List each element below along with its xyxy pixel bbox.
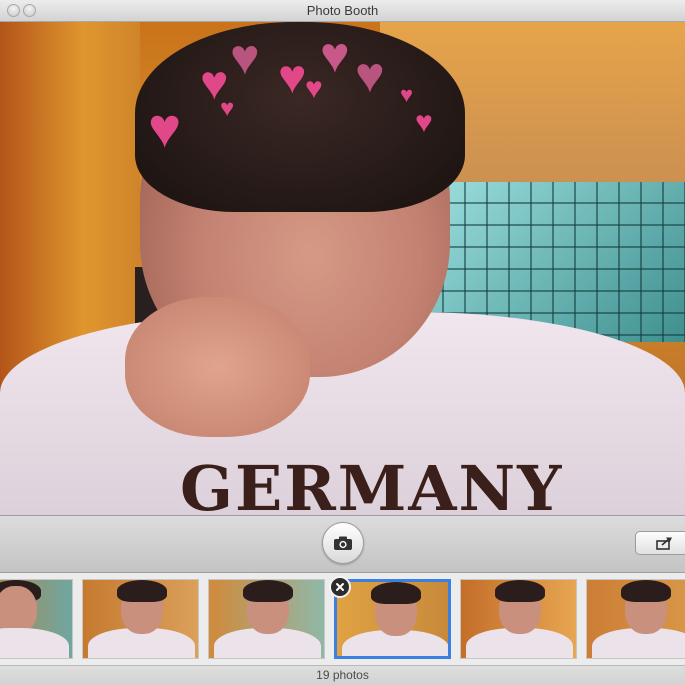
delete-photo-button[interactable] bbox=[329, 576, 351, 598]
photo-thumbnail-selected[interactable] bbox=[334, 579, 451, 659]
photo-thumbnail[interactable] bbox=[460, 579, 577, 659]
heart-effect-icon: ♥ bbox=[415, 106, 433, 139]
toolbar bbox=[0, 515, 685, 573]
share-icon bbox=[656, 537, 672, 550]
title-bar: Photo Booth bbox=[0, 0, 685, 22]
photo-thumbnail[interactable] bbox=[208, 579, 325, 659]
heart-effect-icon: ♥ bbox=[220, 95, 235, 122]
share-button[interactable] bbox=[635, 531, 685, 555]
heart-effect-icon: ♥ bbox=[148, 96, 182, 159]
heart-effect-icon: ♥ bbox=[278, 51, 307, 104]
heart-effect-icon: ♥ bbox=[320, 27, 350, 83]
take-photo-button[interactable] bbox=[322, 522, 364, 564]
photo-thumbnail[interactable] bbox=[586, 579, 685, 659]
camera-preview: GERMANY ♥ ♥ ♥ ♥ ♥ ♥ ♥ ♥ ♥ ♥ bbox=[0, 22, 685, 515]
photo-thumbnail[interactable] bbox=[0, 579, 73, 659]
person-hand bbox=[125, 297, 310, 437]
photo-booth-window: Photo Booth GERMANY ♥ ♥ ♥ ♥ ♥ ♥ ♥ ♥ ♥ ♥ bbox=[0, 0, 685, 685]
camera-icon bbox=[334, 536, 352, 550]
close-icon bbox=[336, 583, 344, 591]
photo-thumbnail[interactable] bbox=[82, 579, 199, 659]
heart-effect-icon: ♥ bbox=[230, 29, 260, 85]
window-title: Photo Booth bbox=[306, 3, 379, 18]
heart-effect-icon: ♥ bbox=[400, 82, 414, 107]
shirt-print-text: GERMANY bbox=[180, 452, 564, 515]
photo-count-status: 19 photos bbox=[0, 665, 685, 685]
heart-effect-icon: ♥ bbox=[355, 47, 385, 103]
